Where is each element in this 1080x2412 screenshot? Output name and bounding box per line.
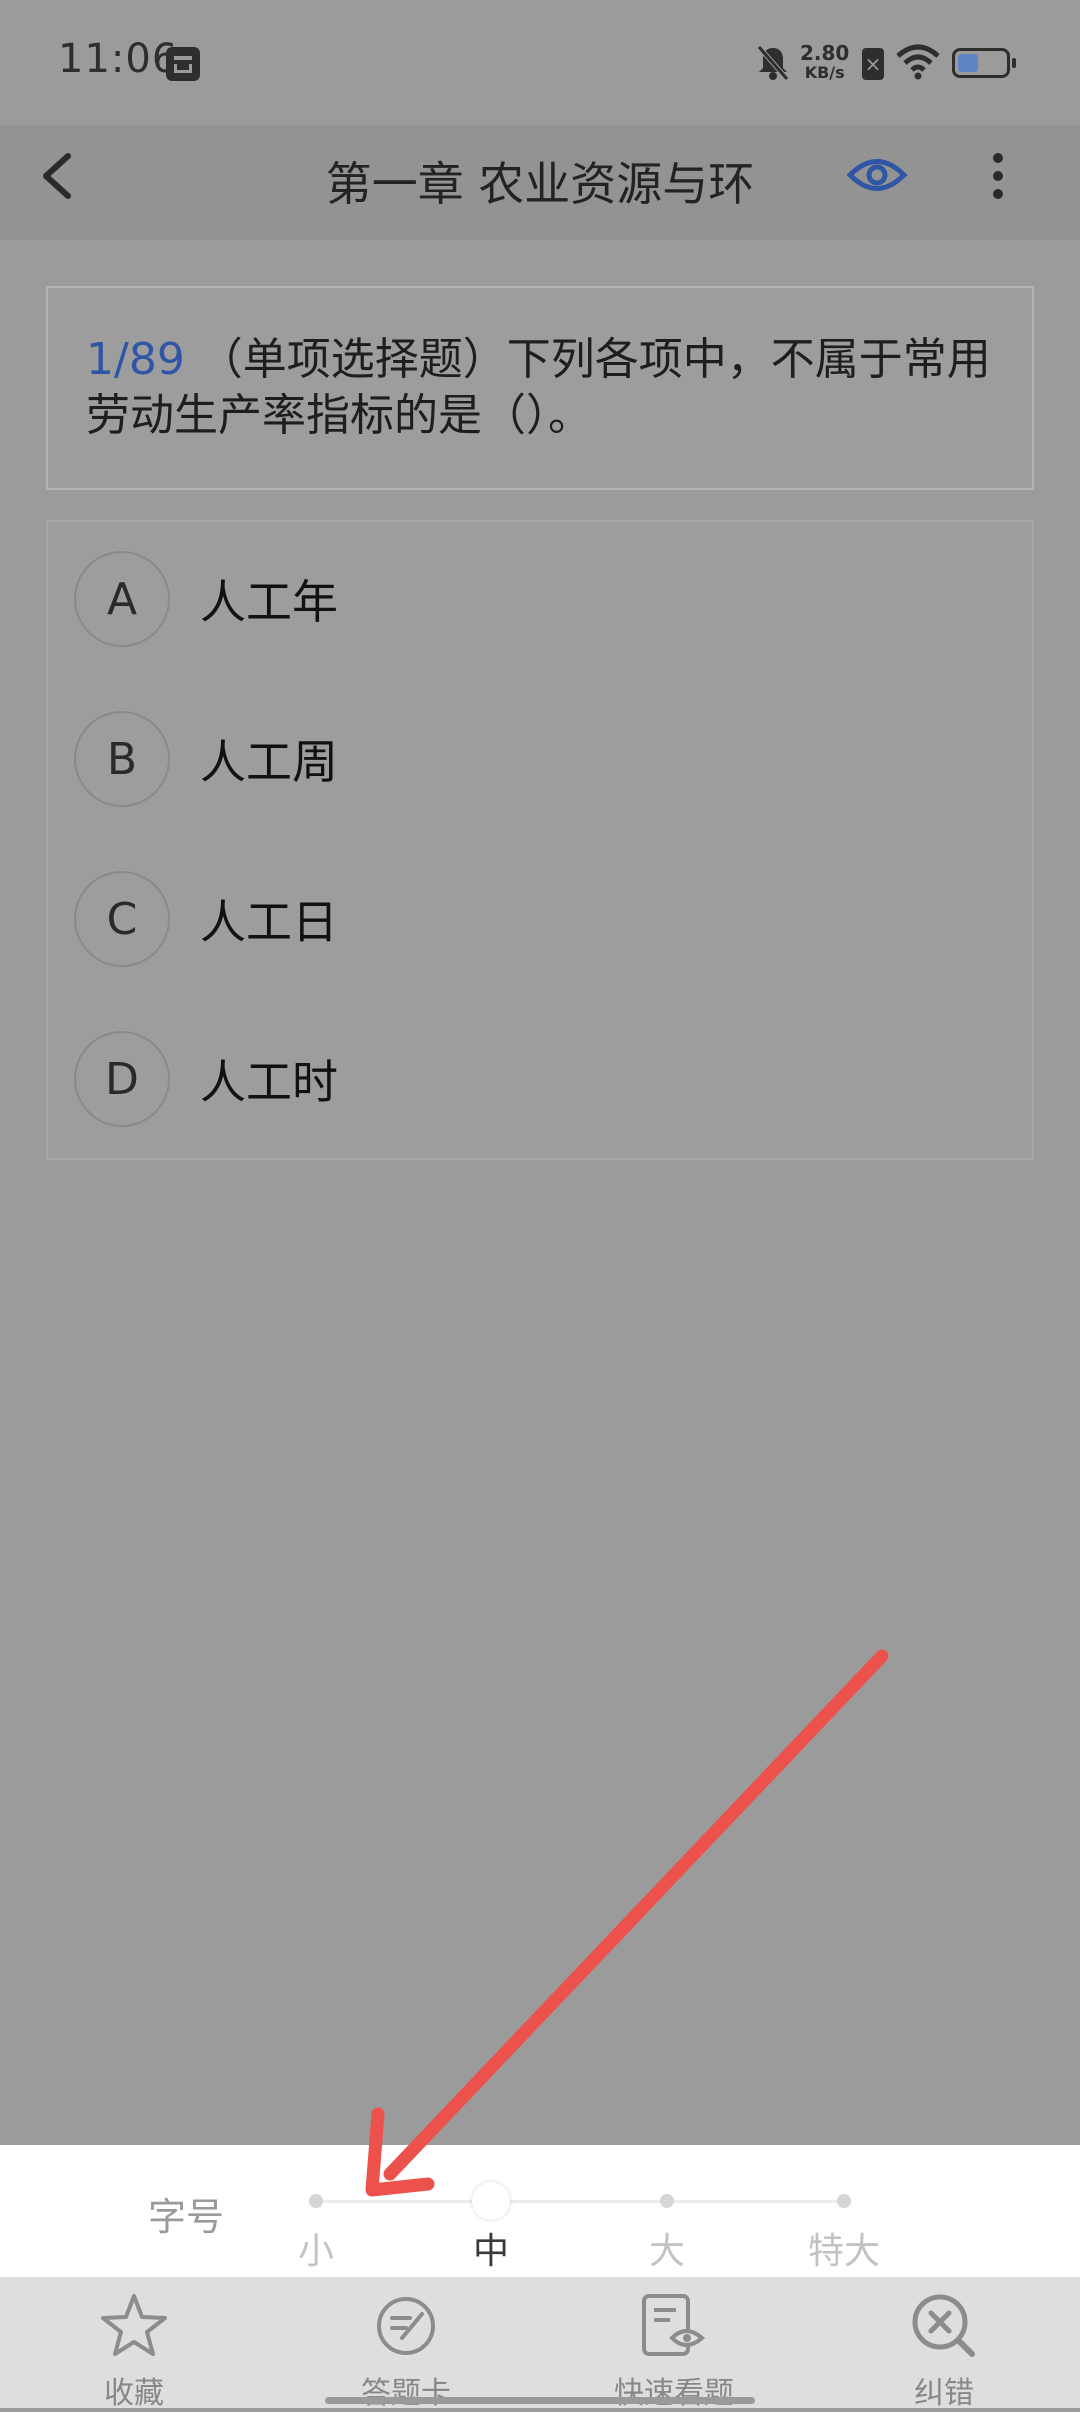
nav-answer-card[interactable]: 答题卡 [306, 2292, 506, 2412]
font-size-dot-small[interactable] [309, 2194, 323, 2208]
font-size-option-medium[interactable]: 中 [431, 2222, 551, 2274]
option-letter: B [74, 711, 170, 807]
option-letter: A [74, 551, 170, 647]
net-speed-unit: KB/s [804, 63, 845, 82]
option-text: 人工年 [200, 575, 338, 629]
font-size-label: 字号 [148, 2195, 225, 2239]
option-text: 人工日 [200, 895, 338, 949]
font-size-option-small[interactable]: 小 [256, 2222, 376, 2274]
nav-label: 纠错 [914, 2376, 974, 2411]
font-size-dot-large[interactable] [660, 2194, 674, 2208]
page-title: 第一章 农业资源与环 [325, 157, 755, 211]
home-indicator[interactable] [325, 2397, 755, 2404]
option-letter: D [74, 1031, 170, 1127]
eye-icon[interactable] [846, 150, 908, 200]
option-b[interactable]: B 人工周 [74, 711, 338, 807]
star-icon [101, 2294, 167, 2356]
option-text: 人工时 [200, 1055, 338, 1109]
status-time: 11:06 [58, 36, 179, 82]
font-size-dot-xlarge[interactable] [837, 2194, 851, 2208]
battery-icon [952, 48, 1016, 78]
question-number: 1/89 [86, 334, 185, 385]
mute-bell-icon [757, 45, 789, 81]
quick-view-icon [642, 2294, 706, 2356]
more-vertical-icon[interactable] [984, 150, 1012, 202]
error-correct-icon [912, 2294, 975, 2357]
font-size-option-large[interactable]: 大 [607, 2222, 727, 2274]
option-a[interactable]: A 人工年 [74, 551, 338, 647]
option-c[interactable]: C 人工日 [74, 871, 338, 967]
question-body: （单项选择题）下列各项中，不属于常用劳动生产率指标的是（）。 [86, 334, 991, 441]
option-d[interactable]: D 人工时 [74, 1031, 338, 1127]
option-text: 人工周 [200, 735, 338, 789]
option-letter: C [74, 871, 170, 967]
net-speed: 2.80 KB/s [800, 41, 850, 82]
nav-label: 收藏 [104, 2376, 164, 2411]
notification-app-icon [166, 47, 200, 81]
font-size-slider-knob[interactable] [472, 2182, 510, 2220]
nav-error-correct[interactable]: 纠错 [844, 2292, 1044, 2412]
wifi-icon [896, 44, 940, 80]
no-sim-icon: × [862, 48, 884, 80]
nav-favorite[interactable]: 收藏 [34, 2292, 234, 2412]
font-size-track [316, 2200, 844, 2203]
font-size-option-xlarge[interactable]: 特大 [784, 2222, 904, 2274]
net-speed-value: 2.80 [800, 41, 850, 65]
nav-label: 答题卡 [361, 2376, 451, 2411]
answer-card-icon [377, 2297, 435, 2355]
question-text: 1/89 （单项选择题）下列各项中，不属于常用劳动生产率指标的是（）。 [86, 332, 1006, 444]
nav-label: 快速看题 [614, 2376, 734, 2411]
nav-quick-view[interactable]: 快速看题 [574, 2292, 774, 2412]
